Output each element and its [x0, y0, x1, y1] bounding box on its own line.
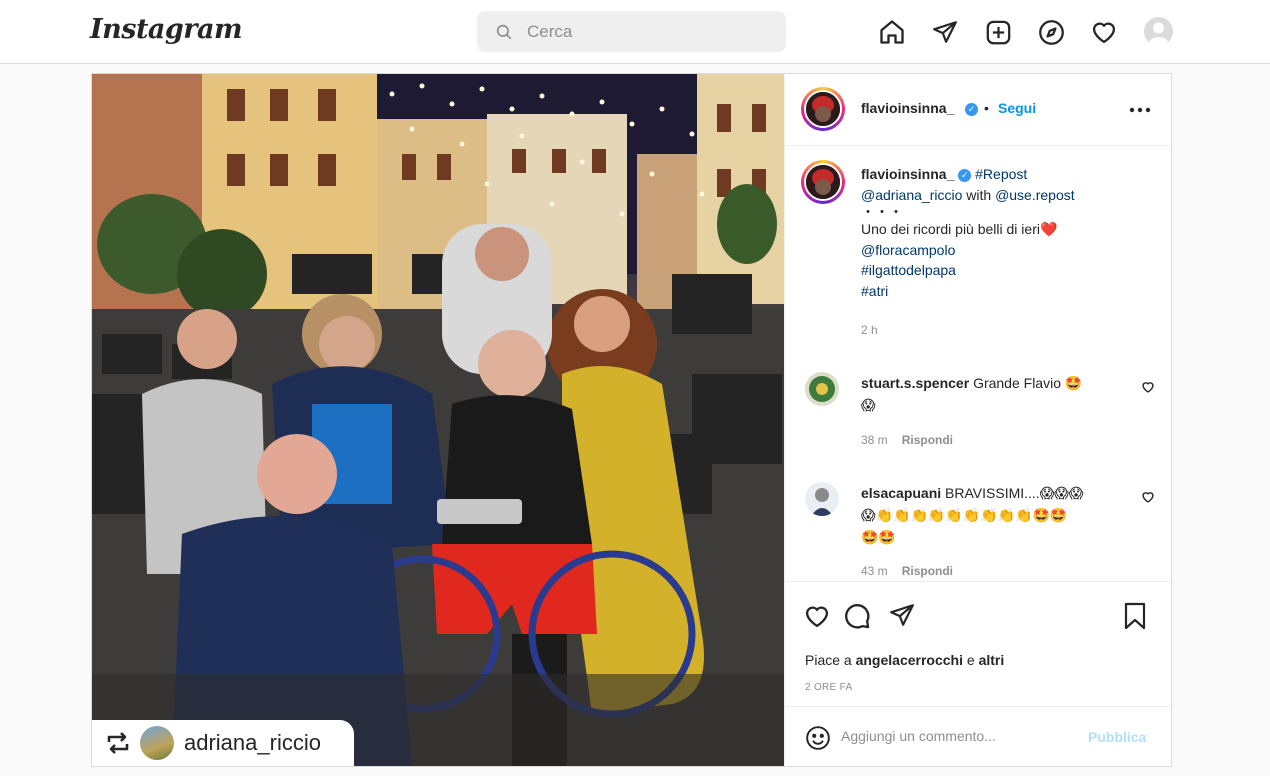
- likes-user[interactable]: angelacerrocchi: [856, 652, 963, 668]
- emoji-icon[interactable]: [805, 725, 831, 751]
- comment-icon[interactable]: [843, 602, 871, 630]
- comment-like-icon[interactable]: [1141, 380, 1155, 394]
- top-navbar: Instagram: [0, 0, 1270, 64]
- mention-floracampolo[interactable]: @floracampolo: [861, 240, 1151, 261]
- post-time-ago[interactable]: 2 ORE FA: [805, 682, 852, 693]
- comments-scroll[interactable]: flavioinsinna_ ✓ #Repost @adriana_riccio…: [785, 146, 1173, 581]
- hashtag-atri[interactable]: #atri: [861, 281, 1151, 302]
- comment-time[interactable]: 43 m: [861, 564, 888, 578]
- post-sidebar: flavioinsinna_ ✓ • Segui flavioinsinna_ …: [784, 74, 1173, 766]
- comment-text: stuart.s.spencer Grande Flavio 🤩 😱: [861, 372, 1126, 416]
- post-card: adriana_riccio flavioinsinna_ ✓ • Segui: [91, 73, 1173, 767]
- mention-adriana-riccio[interactable]: @adriana_riccio: [861, 187, 962, 203]
- save-bookmark-icon[interactable]: [1123, 602, 1147, 630]
- caption-with: with: [966, 186, 992, 203]
- reply-button[interactable]: Rispondi: [902, 433, 953, 447]
- comment-time[interactable]: 38 m: [861, 433, 888, 447]
- instagram-logo[interactable]: Instagram: [90, 14, 243, 45]
- caption-time[interactable]: 2 h: [861, 320, 1151, 341]
- hashtag-repost[interactable]: #Repost: [975, 166, 1027, 182]
- author-avatar[interactable]: [801, 87, 845, 131]
- repost-badge-avatar: [140, 726, 174, 760]
- caption-author-avatar[interactable]: [801, 160, 845, 204]
- comment-body: BRAVISSIMI....😱😱😱: [945, 485, 1084, 501]
- comment-body-2: 😱👏👏👏👏👏👏👏👏👏🤩🤩: [861, 507, 1068, 523]
- commenter-username[interactable]: elsacapuani: [861, 485, 941, 501]
- commenter-username[interactable]: stuart.s.spencer: [861, 375, 969, 391]
- home-icon[interactable]: [877, 17, 907, 47]
- caption-username[interactable]: flavioinsinna_: [861, 166, 954, 182]
- header-separator: •: [984, 100, 989, 116]
- likes-summary: Piace a angelacerrocchi e altri: [805, 652, 1004, 668]
- likes-prefix: Piace a: [805, 652, 852, 668]
- hashtag-ilgattodelpapa[interactable]: #ilgattodelpapa: [861, 260, 1151, 281]
- more-options-icon[interactable]: [1129, 107, 1151, 113]
- follow-button[interactable]: Segui: [998, 100, 1036, 116]
- comment-body: Grande Flavio 🤩: [973, 375, 1083, 391]
- search-icon: [496, 24, 512, 40]
- comment-like-icon[interactable]: [1141, 490, 1155, 504]
- caption-line: Uno dei ricordi più belli di ieri: [861, 221, 1040, 238]
- comment-body-3: 🤩🤩: [861, 529, 896, 545]
- mention-use-repost[interactable]: @use.repost: [995, 187, 1075, 203]
- likes-others[interactable]: altri: [979, 652, 1005, 668]
- caption-text: flavioinsinna_ ✓ #Repost @adriana_riccio…: [861, 164, 1151, 340]
- profile-avatar[interactable]: [1144, 17, 1173, 46]
- comment-meta: 43 m Rispondi: [861, 564, 953, 578]
- comment-meta: 38 m Rispondi: [861, 433, 953, 447]
- search-box[interactable]: [477, 11, 786, 52]
- reply-button[interactable]: Rispondi: [902, 564, 953, 578]
- like-icon[interactable]: [803, 602, 831, 630]
- publish-button[interactable]: Pubblica: [1088, 729, 1146, 745]
- post-actions: Piace a angelacerrocchi e altri 2 ORE FA: [785, 581, 1173, 706]
- caption-dots: ・・・: [861, 204, 903, 221]
- caption-verified-icon: ✓: [958, 168, 972, 182]
- verified-badge-icon: ✓: [965, 103, 978, 116]
- repost-badge-username: adriana_riccio: [184, 730, 321, 755]
- commenter-avatar[interactable]: [805, 372, 839, 406]
- comment-item: elsacapuani BRAVISSIMI....😱😱😱 😱👏👏👏👏👏👏👏👏👏…: [801, 482, 1161, 581]
- repost-badge: adriana_riccio: [92, 720, 354, 766]
- post-header: flavioinsinna_ ✓ • Segui: [785, 74, 1173, 146]
- add-comment-input[interactable]: [841, 721, 1071, 751]
- comment-item: stuart.s.spencer Grande Flavio 🤩 😱 38 m R…: [801, 372, 1161, 462]
- photo-illustration: [92, 74, 784, 766]
- commenter-avatar[interactable]: [805, 482, 839, 516]
- repost-icon: [107, 732, 129, 754]
- post-image[interactable]: adriana_riccio: [92, 74, 784, 766]
- share-icon[interactable]: [889, 602, 915, 628]
- comment-body-2: 😱: [861, 397, 876, 413]
- direct-icon[interactable]: [930, 17, 960, 47]
- author-username[interactable]: flavioinsinna_: [861, 100, 954, 116]
- heart-emoji: ❤️: [1039, 221, 1058, 238]
- search-input[interactable]: [527, 11, 767, 52]
- comment-text: elsacapuani BRAVISSIMI....😱😱😱 😱👏👏👏👏👏👏👏👏👏…: [861, 482, 1126, 548]
- explore-icon[interactable]: [1036, 17, 1066, 47]
- activity-heart-icon[interactable]: [1089, 17, 1119, 47]
- add-comment-bar: Pubblica: [785, 706, 1173, 766]
- likes-and: e: [966, 652, 975, 668]
- new-post-icon[interactable]: [983, 17, 1013, 47]
